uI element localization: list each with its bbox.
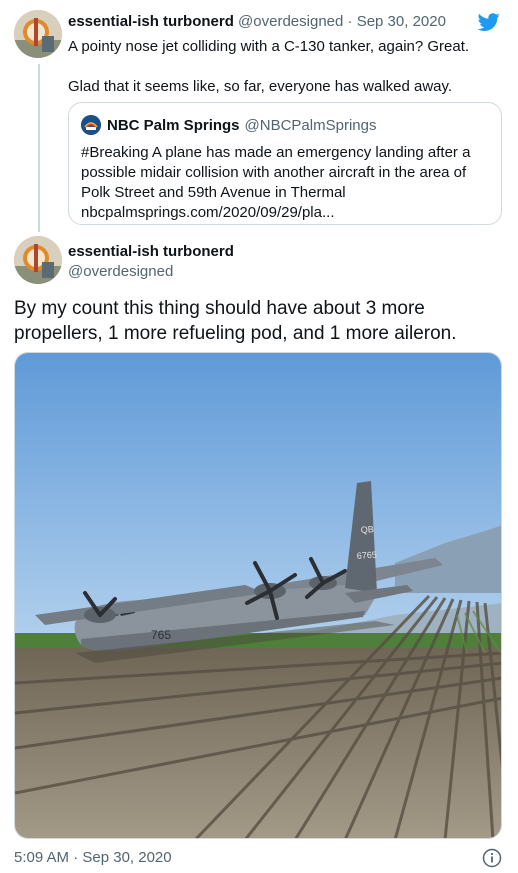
main-author-avatar[interactable]: [14, 236, 62, 284]
quoted-tweet-header: NBC Palm Springs @NBCPalmSprings: [81, 115, 376, 135]
reply-tweet-text: A pointy nose jet colliding with a C-130…: [68, 37, 498, 97]
twitter-bird-icon[interactable]: [477, 11, 501, 33]
avatar-image: [14, 10, 62, 58]
tweet-date-link[interactable]: Sep 30, 2020: [357, 13, 446, 30]
quoted-tweet-text: #Breaking A plane has made an emergency …: [81, 144, 471, 221]
reply-text-line-2: Glad that it seems like, so far, everyon…: [68, 78, 453, 95]
main-author-name[interactable]: essential-ish turbonerd: [68, 242, 234, 262]
thread-connector-line: [38, 64, 40, 232]
main-author-handle[interactable]: @overdesigned: [68, 262, 234, 282]
main-tweet-text: By my count this thing should have about…: [14, 298, 457, 344]
tail-code-label: QB: [360, 524, 374, 535]
nbc-avatar: [81, 115, 101, 135]
fuselage-number-label: 765: [151, 628, 171, 642]
quoted-author-handle[interactable]: @NBCPalmSprings: [245, 117, 377, 134]
tail-number-label: 6765: [356, 550, 377, 561]
tweet-photo[interactable]: QB 6765 765: [14, 352, 502, 839]
quoted-author-name[interactable]: NBC Palm Springs: [107, 117, 240, 134]
quoted-tweet-card[interactable]: NBC Palm Springs @NBCPalmSprings #Breaki…: [68, 102, 502, 225]
reply-text-line-1: A pointy nose jet colliding with a C-130…: [68, 38, 470, 55]
author-avatar[interactable]: [14, 10, 62, 58]
avatar-image: [14, 236, 62, 284]
nbc-peacock-icon: [81, 115, 101, 135]
main-tweet-header: essential-ish turbonerd @overdesigned: [68, 242, 234, 282]
crashed-plane-photo: QB 6765 765: [15, 353, 501, 838]
info-icon[interactable]: [482, 848, 502, 868]
reply-tweet-header: essential-ish turbonerd @overdesigned · …: [68, 13, 446, 30]
author-name[interactable]: essential-ish turbonerd: [68, 13, 234, 30]
separator-dot: ·: [347, 13, 353, 30]
author-handle[interactable]: @overdesigned: [238, 13, 343, 30]
tweet-timestamp[interactable]: 5:09 AM · Sep 30, 2020: [14, 849, 172, 866]
